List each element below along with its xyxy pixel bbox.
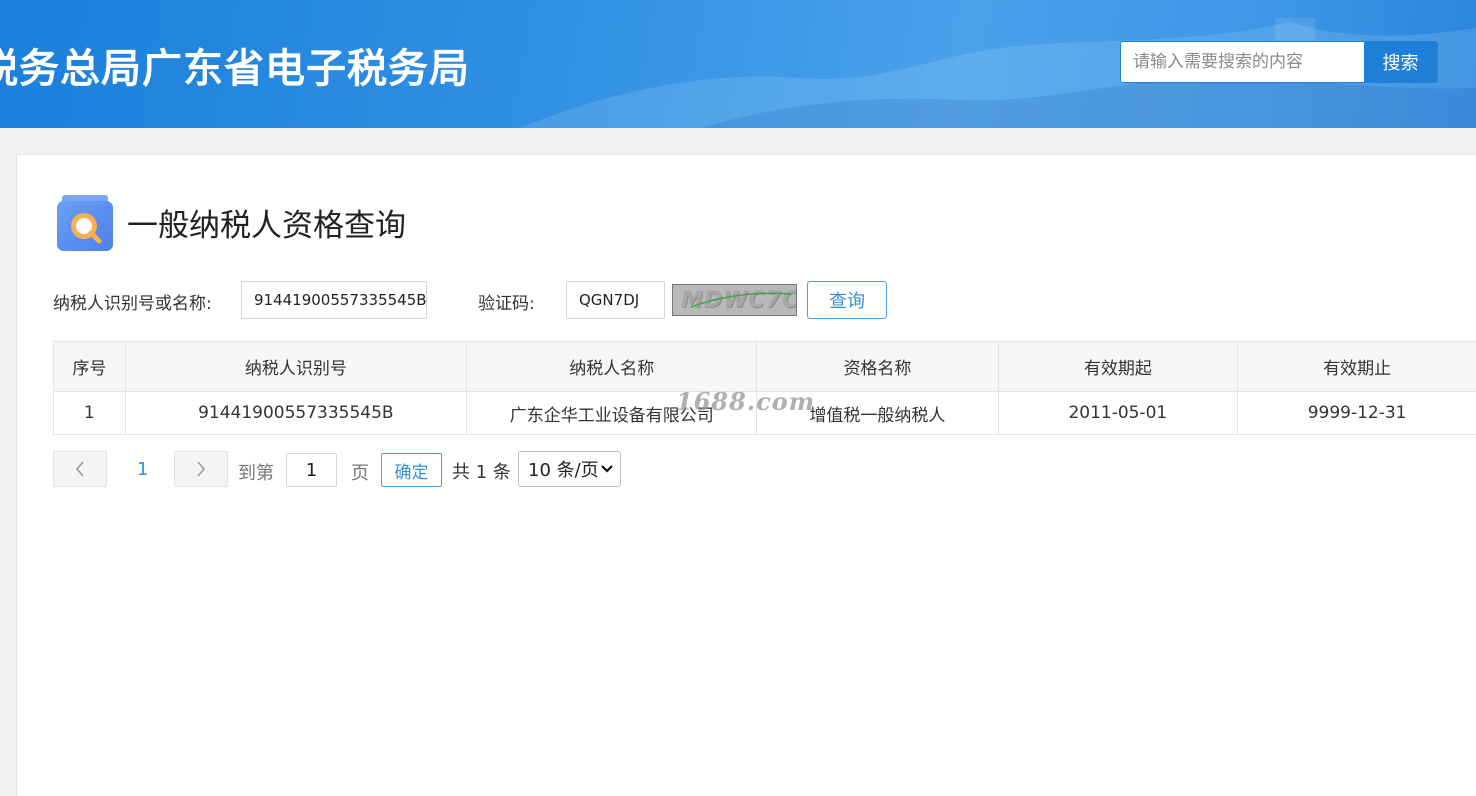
query-button[interactable]: 查询 [807, 281, 887, 319]
goto-page-input[interactable]: 1 [286, 453, 337, 487]
table-header-row: 序号 纳税人识别号 纳税人名称 资格名称 有效期起 有效期止 [54, 342, 1476, 392]
col-header-qualification: 资格名称 [757, 342, 998, 392]
page-title: 一般纳税人资格查询 [127, 200, 406, 245]
result-table: 序号 纳税人识别号 纳税人名称 资格名称 有效期起 有效期止 1 9144190… [53, 341, 1476, 435]
taxpayer-label: 纳税人识别号或名称: [53, 289, 212, 314]
captcha-label: 验证码: [478, 289, 535, 314]
next-page-button[interactable] [174, 451, 228, 487]
goto-prefix: 到第 [238, 459, 274, 485]
cell-index: 1 [54, 392, 126, 435]
search-doc-icon [57, 195, 113, 251]
total-count: 共 1 条 [452, 458, 511, 484]
col-header-taxpayer-id: 纳税人识别号 [125, 342, 466, 392]
site-search-button[interactable]: 搜索 [1364, 42, 1437, 82]
site-search-input[interactable] [1121, 42, 1364, 82]
captcha-image[interactable]: MDWC7C [672, 284, 797, 316]
site-title: 税务总局广东省电子税务局 [0, 36, 470, 94]
cell-taxpayer-id: 91441900557335545B [125, 392, 466, 435]
cell-valid-from: 2011-05-01 [998, 392, 1238, 435]
col-header-valid-from: 有效期起 [998, 342, 1238, 392]
col-header-index: 序号 [54, 342, 126, 392]
chevron-left-icon [74, 460, 86, 478]
cell-taxpayer-name: 广东企华工业设备有限公司 [467, 392, 757, 435]
chevron-right-icon [195, 460, 207, 478]
goto-suffix: 页 [351, 459, 369, 485]
captcha-input[interactable]: QGN7DJ [566, 281, 665, 319]
taxpayer-input[interactable]: 91441900557335545B [241, 281, 427, 319]
page-number-current[interactable]: 1 [137, 459, 148, 480]
col-header-taxpayer-name: 纳税人名称 [467, 342, 757, 392]
cell-qualification: 增值税一般纳税人 [757, 392, 998, 435]
page-size-value: 10 条/页 [528, 456, 599, 482]
site-search: 搜索 [1120, 41, 1438, 83]
site-header: 税务总局广东省电子税务局 搜索 [0, 0, 1476, 128]
goto-confirm-button[interactable]: 确定 [381, 453, 442, 487]
page-size-select[interactable]: 10 条/页 [518, 451, 621, 487]
col-header-valid-to: 有效期止 [1238, 342, 1476, 392]
prev-page-button[interactable] [53, 451, 107, 487]
captcha-noise [673, 285, 797, 316]
table-row: 1 91441900557335545B 广东企华工业设备有限公司 增值税一般纳… [54, 392, 1476, 435]
cell-valid-to: 9999-12-31 [1238, 392, 1476, 435]
chevron-down-icon [600, 460, 614, 478]
main-panel: 一般纳税人资格查询 纳税人识别号或名称: 91441900557335545B … [16, 154, 1476, 796]
